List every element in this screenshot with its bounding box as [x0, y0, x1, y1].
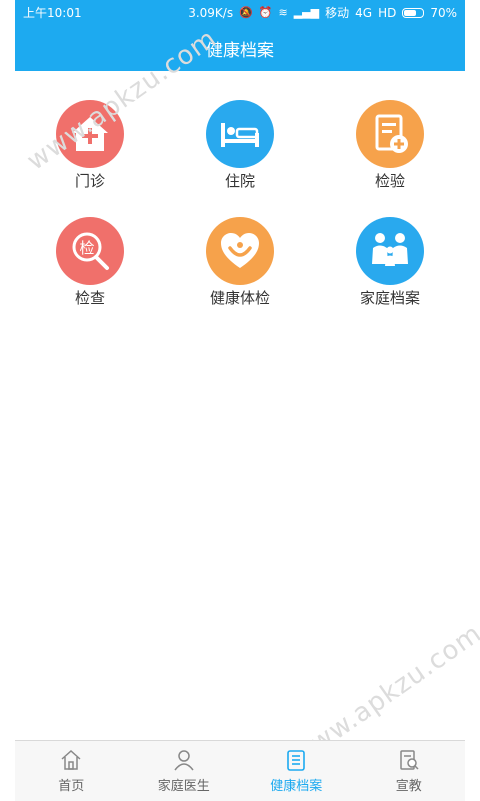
- feature-grid: 门诊 住院 检验 检 检查 健康体检 家庭档案: [15, 100, 465, 308]
- network-type: 4G: [355, 5, 373, 20]
- nav-family-doctor[interactable]: 家庭医生: [128, 741, 241, 801]
- tile-label: 健康体检: [209, 289, 270, 307]
- carrier: 移动: [325, 6, 350, 20]
- status-indicators: 3.09K/s 🔕 ⏰ ≋ ▂▄▆ 移动 4G HD 70%: [188, 4, 457, 21]
- mute-icon: 🔕: [239, 6, 253, 19]
- records-icon: [287, 750, 306, 771]
- nav-home[interactable]: 首页: [15, 741, 128, 801]
- education-icon: [400, 750, 419, 770]
- clinic-icon: [56, 100, 124, 168]
- nav-label: 首页: [58, 779, 85, 794]
- signal-icon: ▂▄▆: [293, 6, 320, 19]
- tile-hospitalization[interactable]: 住院: [165, 100, 315, 191]
- nav-label: 家庭医生: [157, 779, 210, 794]
- hd-indicator: HD: [378, 5, 397, 20]
- page-title: 健康档案: [206, 40, 274, 61]
- tile-label: 检验: [374, 172, 405, 190]
- exam-search-icon: 检: [56, 217, 124, 285]
- tile-family-records[interactable]: 家庭档案: [315, 217, 465, 308]
- tile-health-checkup[interactable]: 健康体检: [165, 217, 315, 308]
- svg-text:检: 检: [79, 239, 94, 257]
- heart-checkup-icon: [206, 217, 274, 285]
- alarm-icon: ⏰: [258, 6, 273, 19]
- tile-label: 住院: [224, 172, 255, 190]
- home-icon: [61, 749, 81, 770]
- tile-label: 门诊: [74, 172, 105, 190]
- battery-level: 70%: [430, 5, 457, 20]
- tile-examination[interactable]: 检 检查: [15, 217, 165, 308]
- status-time: 上午10:01: [23, 6, 82, 20]
- wifi-icon: ≋: [278, 6, 288, 19]
- nav-health-records[interactable]: 健康档案: [240, 741, 353, 801]
- nav-label: 健康档案: [270, 779, 323, 794]
- tile-label: 检查: [74, 289, 105, 307]
- bottom-nav: 首页 家庭医生 健康档案 宣教: [15, 740, 465, 801]
- nav-label: 宣教: [395, 779, 422, 794]
- tile-label: 家庭档案: [359, 289, 420, 307]
- tile-clinic[interactable]: 门诊: [15, 100, 165, 191]
- battery-icon: [402, 7, 425, 18]
- title-bar: 健康档案: [15, 25, 465, 71]
- network-speed: 3.09K/s: [188, 5, 234, 20]
- family-icon: [356, 217, 424, 285]
- status-bar: 上午10:01 3.09K/s 🔕 ⏰ ≋ ▂▄▆ 移动 4G HD 70%: [15, 0, 465, 25]
- lab-report-icon: [356, 100, 424, 168]
- person-icon: [174, 750, 194, 771]
- tile-lab-test[interactable]: 检验: [315, 100, 465, 191]
- bed-icon: [206, 100, 274, 168]
- nav-education[interactable]: 宣教: [353, 741, 466, 801]
